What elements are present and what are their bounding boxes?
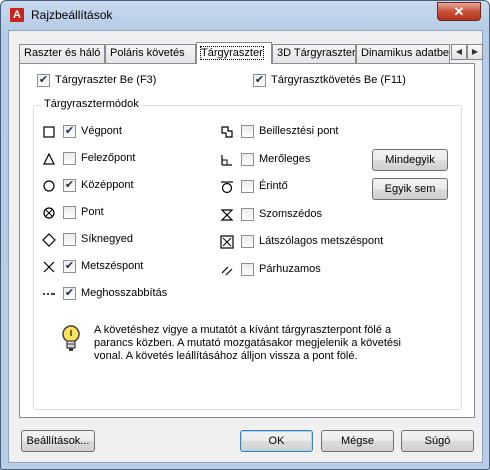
- cancel-button[interactable]: Mégse: [321, 430, 394, 452]
- snap-mode-checkbox[interactable]: [241, 235, 254, 249]
- snap-mode-label: Látszólagos metszéspont: [259, 235, 384, 248]
- snap-mode-label: Metszéspont: [81, 260, 144, 272]
- help-button[interactable]: Súgó: [401, 430, 474, 452]
- tab-scroll-left-icon[interactable]: ◀: [451, 44, 467, 60]
- snap-mode-checkbox[interactable]: [241, 152, 254, 166]
- check-mark-icon: ✔: [64, 260, 75, 272]
- x-icon: [43, 261, 55, 273]
- tab-label: 3D Tárgyraszter: [277, 47, 356, 59]
- check-mark-icon: ✔: [254, 74, 265, 86]
- snap-mode-checkbox[interactable]: [241, 263, 254, 276]
- dialog-window: A Rajzbeállítások ✕ Raszter és háló Polá…: [0, 0, 490, 470]
- autocad-app-icon: A: [10, 8, 24, 22]
- snap-mode-label: Felezőpont: [81, 152, 136, 164]
- close-button[interactable]: ✕: [437, 2, 481, 21]
- tangent-icon: [221, 181, 233, 194]
- nearest-icon: [220, 209, 234, 221]
- check-mark-icon: ✔: [64, 287, 75, 299]
- tab-grid-snap[interactable]: Raszter és háló: [19, 44, 105, 63]
- snap-mode-label: Beillesztési pont: [259, 125, 339, 137]
- tracking-on-label: Tárgyrasztkövetés Be (F11): [271, 74, 406, 86]
- snap-mode-label: Pont: [81, 206, 104, 218]
- snap-mode-label: Párhuzamos: [259, 263, 321, 275]
- dialog-client-area: Raszter és háló Poláris követés Tárgyras…: [8, 30, 483, 463]
- snap-mode-checkbox[interactable]: [241, 125, 254, 138]
- tab-object-snap[interactable]: Tárgyraszter: [196, 42, 272, 64]
- tab-page-object-snap: ✔ Tárgyraszter Be (F3) ✔ Tárgyrasztkövet…: [19, 63, 475, 418]
- info-text: A követéshez vigye a mutatót a kívánt tá…: [94, 324, 401, 362]
- snap-mode-label: Érintő: [259, 180, 288, 193]
- ok-button[interactable]: OK: [240, 430, 313, 452]
- snap-mode-label: Középpont: [81, 179, 134, 191]
- tab-label: Poláris követés: [110, 47, 185, 59]
- square-icon: [43, 126, 55, 138]
- select-all-button[interactable]: Mindegyik: [372, 149, 448, 171]
- snap-mode-checkbox[interactable]: ✔: [63, 260, 76, 273]
- snap-mode-checkbox[interactable]: ✔: [63, 287, 76, 300]
- snap-mode-label: Síknegyed: [81, 233, 133, 245]
- check-mark-icon: ✔: [38, 74, 49, 86]
- check-mark-icon: ✔: [64, 179, 75, 191]
- clear-all-button[interactable]: Egyik sem: [372, 178, 448, 200]
- snap-mode-checkbox[interactable]: [63, 233, 76, 246]
- tab-scroll-right-icon[interactable]: ▶: [467, 44, 483, 60]
- tab-label: Tárgyraszter: [200, 46, 264, 60]
- tab-polar-tracking[interactable]: Poláris követés: [105, 44, 196, 63]
- perpendicular-icon: [221, 154, 232, 166]
- diamond-icon: [42, 233, 56, 247]
- lightbulb-info-icon: [62, 325, 80, 351]
- snap-mode-label: Szomszédos: [259, 207, 322, 220]
- tab-label: Dinamikus adatbevit: [361, 47, 450, 59]
- tab-bar: Raszter és háló Poláris követés Tárgyras…: [19, 42, 483, 64]
- tab-dynamic-input[interactable]: Dinamikus adatbevit: [356, 44, 450, 63]
- tab-3d-object-snap[interactable]: 3D Tárgyraszter: [272, 44, 356, 63]
- title-bar[interactable]: A Rajzbeállítások ✕: [1, 1, 489, 29]
- snap-modes-group-title: Tárgyrasztermódok: [41, 98, 142, 110]
- osnap-on-checkbox[interactable]: ✔: [37, 74, 50, 87]
- insertion-icon: [221, 126, 233, 138]
- osnap-on-label: Tárgyraszter Be (F3): [55, 74, 157, 86]
- window-title: Rajzbeállítások: [31, 8, 113, 22]
- extension-icon: [43, 293, 55, 295]
- snap-mode-label: Végpont: [81, 125, 122, 137]
- parallel-icon: [221, 266, 233, 276]
- circle-icon: [43, 180, 55, 192]
- snap-mode-checkbox[interactable]: ✔: [63, 179, 76, 192]
- check-mark-icon: ✔: [64, 125, 75, 137]
- snap-mode-checkbox[interactable]: ✔: [63, 125, 76, 138]
- tracking-on-checkbox[interactable]: ✔: [253, 74, 266, 87]
- snap-mode-label: Meghosszabbítás: [81, 287, 168, 299]
- node-icon: [43, 207, 55, 219]
- apparent-intersection-icon: [220, 235, 234, 249]
- snap-mode-label: Merőleges: [259, 152, 311, 165]
- triangle-icon: [43, 152, 55, 165]
- snap-mode-checkbox[interactable]: [241, 207, 254, 221]
- snap-mode-checkbox[interactable]: [63, 152, 76, 165]
- settings-button[interactable]: Beállítások...: [21, 430, 95, 452]
- snap-mode-checkbox[interactable]: [63, 206, 76, 219]
- close-icon: ✕: [453, 4, 465, 19]
- snap-mode-checkbox[interactable]: [241, 180, 254, 194]
- tab-label: Raszter és háló: [24, 47, 101, 59]
